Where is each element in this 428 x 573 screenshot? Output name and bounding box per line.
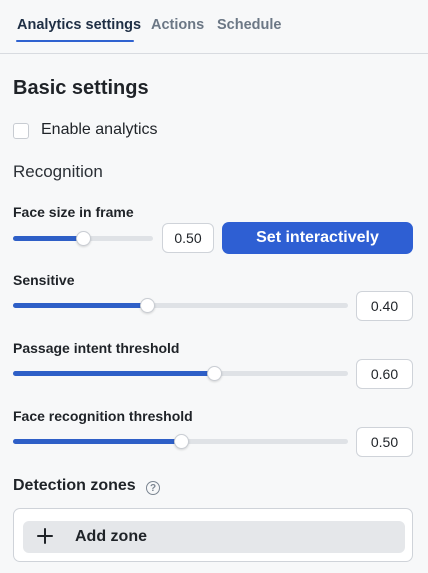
- set-interactively-button[interactable]: Set interactively: [222, 222, 413, 254]
- passage-intent-slider[interactable]: [13, 366, 348, 381]
- question-circle-icon[interactable]: ?: [146, 481, 160, 495]
- sensitive-slider-fill: [13, 303, 147, 308]
- face-size-label: Face size in frame: [13, 204, 134, 220]
- basic-settings-title: Basic settings: [13, 77, 149, 99]
- active-tab-indicator: [16, 40, 134, 42]
- passage-intent-slider-fill: [13, 371, 214, 376]
- detection-zones-panel: Add zone: [13, 508, 413, 562]
- plus-icon: [37, 528, 53, 544]
- face-size-slider-thumb[interactable]: [76, 231, 91, 246]
- tab-schedule[interactable]: Schedule: [217, 17, 281, 33]
- face-size-value-input[interactable]: 0.50: [162, 223, 214, 253]
- add-zone-button[interactable]: Add zone: [23, 521, 405, 553]
- passage-intent-value-input[interactable]: 0.60: [356, 359, 413, 389]
- recognition-heading: Recognition: [13, 162, 103, 181]
- tab-actions[interactable]: Actions: [151, 17, 204, 33]
- face-size-slider-fill: [13, 236, 83, 241]
- face-size-slider[interactable]: [13, 231, 153, 246]
- face-recognition-slider-fill: [13, 439, 181, 444]
- detection-zones-title: Detection zones: [13, 477, 136, 494]
- sensitive-value-input[interactable]: 0.40: [356, 291, 413, 321]
- sensitive-slider[interactable]: [13, 298, 348, 313]
- tab-analytics-settings[interactable]: Analytics settings: [17, 17, 141, 33]
- enable-analytics-checkbox[interactable]: [13, 123, 29, 139]
- sensitive-slider-thumb[interactable]: [140, 298, 155, 313]
- add-zone-label: Add zone: [75, 528, 147, 545]
- passage-intent-label: Passage intent threshold: [13, 340, 180, 356]
- face-recognition-value-input[interactable]: 0.50: [356, 427, 413, 457]
- face-recognition-slider[interactable]: [13, 434, 348, 449]
- passage-intent-slider-thumb[interactable]: [207, 366, 222, 381]
- sensitive-label: Sensitive: [13, 272, 75, 288]
- enable-analytics-label[interactable]: Enable analytics: [41, 121, 158, 139]
- tab-bar: Analytics settings Actions Schedule: [0, 0, 428, 54]
- face-recognition-label: Face recognition threshold: [13, 408, 193, 424]
- face-recognition-slider-thumb[interactable]: [173, 434, 189, 449]
